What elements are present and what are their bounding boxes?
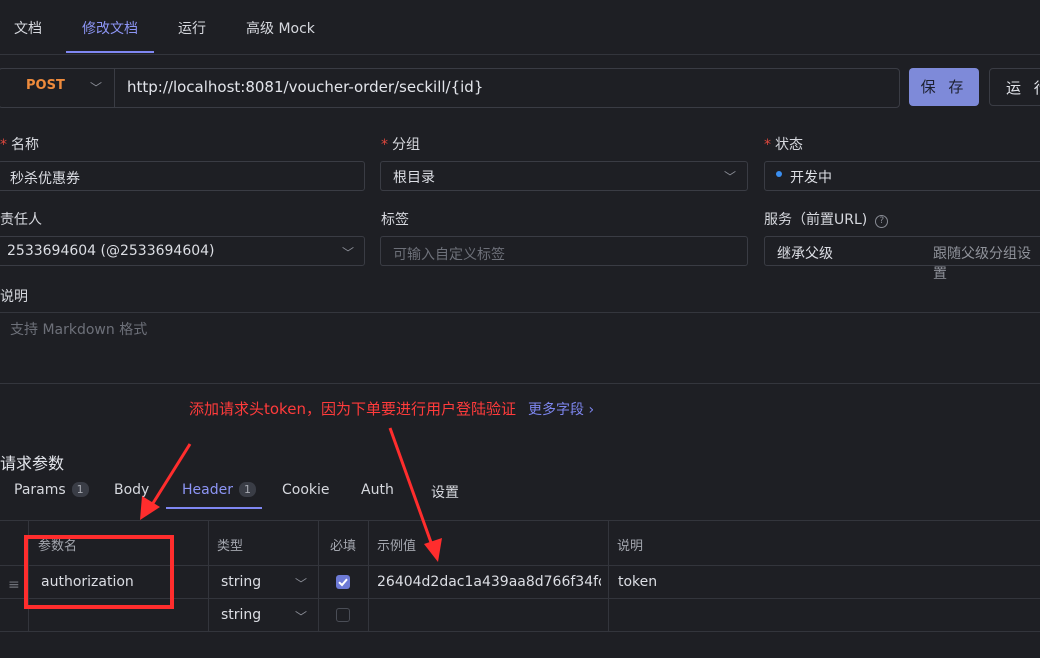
arrow-line: [148, 443, 192, 509]
arrowhead: [424, 538, 442, 562]
arrow-line: [388, 427, 435, 549]
annotation-arrows: [140, 427, 442, 562]
